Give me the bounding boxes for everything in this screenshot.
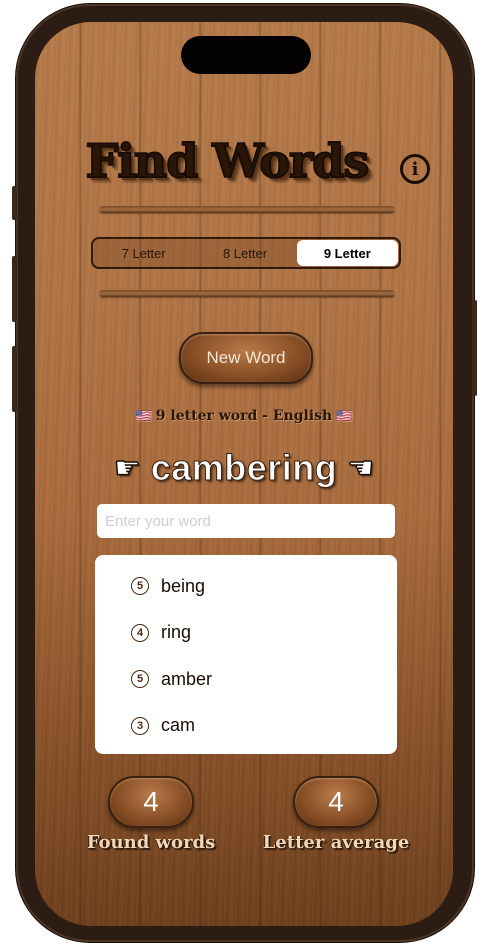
app-screen: Find Words i 7 Letter 8 Letter 9 Letter … — [35, 22, 453, 926]
current-word-row: ☛ cambering ☚ — [35, 446, 453, 490]
tab-8-letter[interactable]: 8 Letter — [194, 239, 295, 267]
found-word: cam — [161, 715, 196, 736]
hand-pointing-right-icon: ☛ — [113, 450, 141, 487]
found-words-count: 4 — [108, 776, 194, 828]
letter-count-badge: 4 — [131, 623, 149, 642]
letter-count-selector[interactable]: 7 Letter 8 Letter 9 Letter — [91, 237, 401, 269]
info-icon[interactable]: i — [400, 154, 430, 184]
list-item: 4 ring — [95, 610, 397, 657]
tab-7-letter[interactable]: 7 Letter — [93, 239, 194, 267]
letter-average-value: 4 — [293, 776, 379, 828]
letter-count-badge: 5 — [131, 670, 149, 689]
us-flag-icon: 🇺🇸 — [336, 409, 353, 424]
found-word: amber — [161, 668, 213, 689]
found-words-list: 5 being 4 ring 5 amber 3 cam — [95, 555, 397, 754]
dynamic-island — [181, 36, 311, 74]
word-input[interactable] — [97, 504, 395, 538]
new-word-button[interactable]: New Word — [179, 332, 313, 384]
us-flag-icon: 🇺🇸 — [135, 409, 152, 424]
letter-count-badge: 3 — [131, 716, 149, 735]
volume-down-button — [12, 346, 17, 412]
hand-pointing-left-icon: ☚ — [347, 450, 375, 487]
app-title: Find Words — [85, 133, 371, 189]
decorative-bar-bottom — [99, 290, 395, 297]
found-word: being — [161, 575, 206, 596]
list-item: 5 being — [95, 563, 397, 610]
word-info-line: 🇺🇸 9 letter word - English 🇺🇸 — [35, 408, 453, 424]
tab-9-letter[interactable]: 9 Letter — [296, 240, 398, 266]
power-button — [472, 300, 477, 396]
list-item: 3 cam — [95, 703, 397, 750]
volume-up-button — [12, 256, 17, 322]
action-button — [12, 186, 17, 220]
letter-average-label: Letter average — [262, 832, 410, 853]
decorative-bar-top — [99, 206, 395, 213]
found-words-label: Found words — [86, 832, 216, 853]
found-word: ring — [161, 622, 192, 643]
letter-count-badge: 5 — [131, 577, 149, 596]
list-item: 5 amber — [95, 656, 397, 703]
word-info-text: 9 letter word - English — [155, 408, 333, 424]
current-word: cambering — [150, 447, 338, 489]
